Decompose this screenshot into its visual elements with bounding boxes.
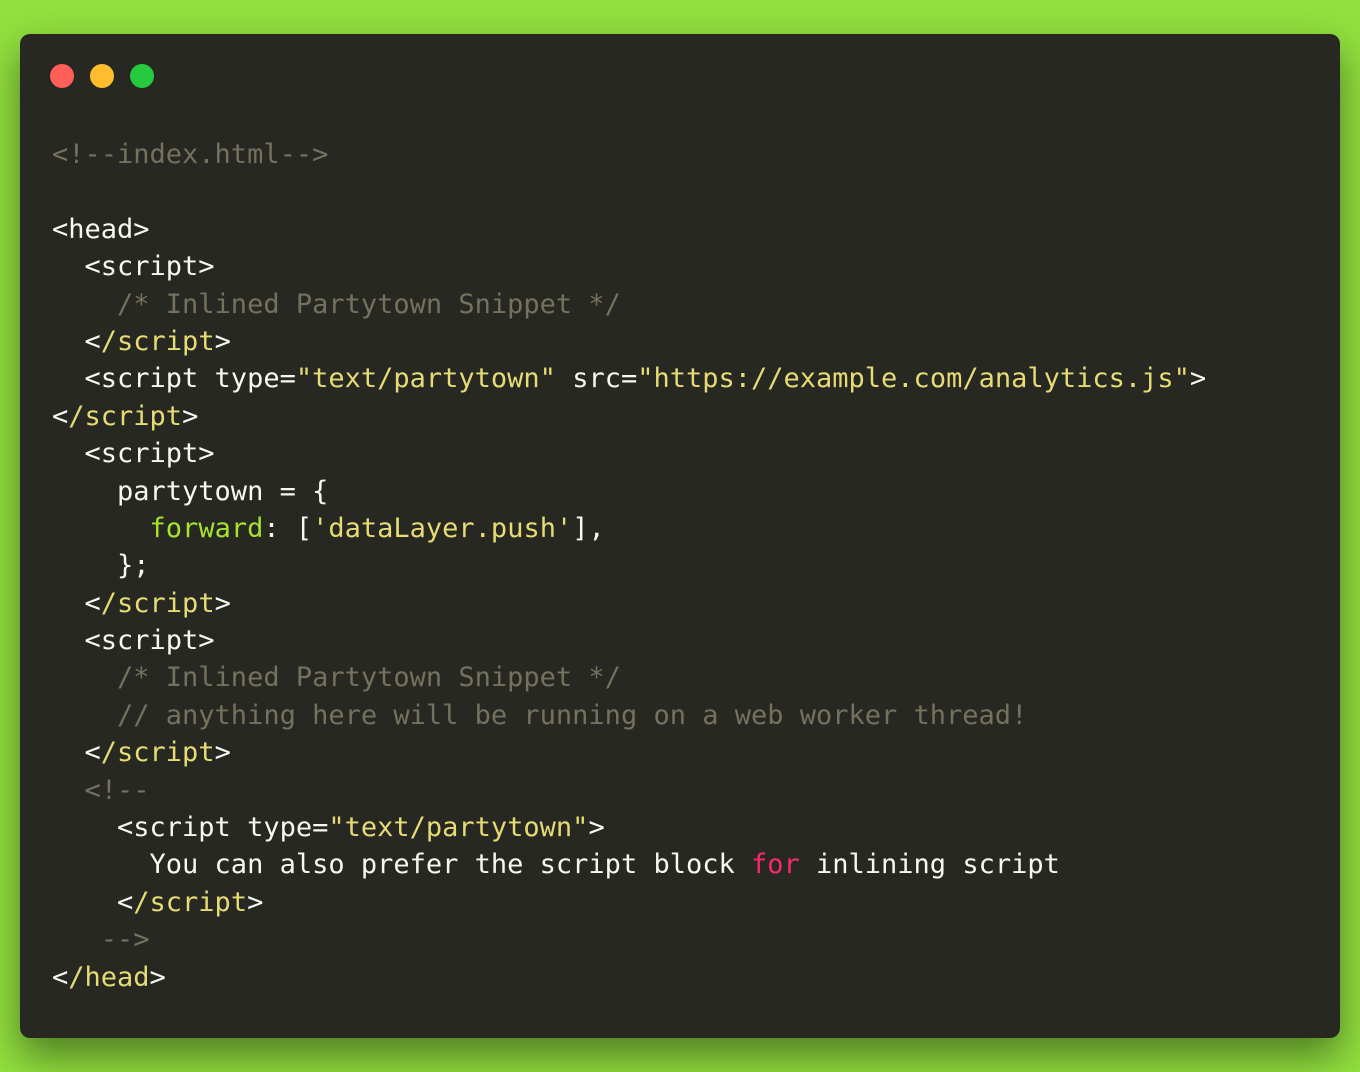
code-line: <head>	[52, 211, 1206, 248]
code-token: >	[247, 886, 264, 918]
code-token: <script>	[52, 251, 215, 283]
code-token: <	[52, 886, 134, 918]
code-line: -->	[52, 921, 1206, 958]
code-token: >	[588, 812, 605, 844]
code-token: };	[52, 550, 150, 582]
code-token: <	[52, 737, 101, 769]
code-line: /* Inlined Partytown Snippet */	[52, 286, 1206, 323]
code-token: for	[750, 849, 800, 881]
code-token: /script	[133, 886, 248, 918]
code-line: <script>	[52, 248, 1206, 285]
code-token: /script	[100, 737, 215, 769]
code-token: ],	[572, 512, 605, 544]
code-token: src=	[555, 363, 638, 395]
code-token: forward	[149, 512, 264, 544]
code-token: >	[149, 961, 166, 993]
code-line: /* Inlined Partytown Snippet */	[52, 659, 1206, 696]
code-token: >	[214, 737, 231, 769]
code-token: "https://example.com/analytics.js"	[637, 363, 1190, 395]
code-line: <script>	[52, 622, 1206, 659]
code-token: >	[214, 325, 231, 357]
code-line: <!--index.html-->	[52, 136, 1206, 173]
code-block: <!--index.html--> <head> <script> /* Inli…	[52, 136, 1206, 996]
minimize-dot-icon[interactable]	[90, 64, 114, 88]
code-token: : [	[263, 512, 313, 544]
code-token: <	[52, 400, 69, 432]
code-line: </script>	[52, 884, 1206, 921]
close-dot-icon[interactable]	[50, 64, 74, 88]
code-line: <script>	[52, 435, 1206, 472]
code-window: <!--index.html--> <head> <script> /* Inli…	[20, 34, 1340, 1038]
code-line: </script>	[52, 734, 1206, 771]
code-token: // anything here will be running on a we…	[52, 699, 1028, 731]
code-token: <	[52, 325, 101, 357]
code-token: <!--index.html-->	[52, 139, 329, 170]
code-token: <	[52, 587, 101, 619]
code-token: >	[182, 400, 199, 432]
code-token: /* Inlined Partytown Snippet */	[52, 662, 621, 694]
code-line: <script type="text/partytown">	[52, 809, 1206, 846]
maximize-dot-icon[interactable]	[130, 64, 154, 88]
code-token: <	[52, 961, 69, 993]
code-line: };	[52, 547, 1206, 584]
code-token: inlining script	[799, 849, 1060, 881]
code-token: >	[1189, 363, 1207, 395]
code-token: /head	[68, 961, 150, 993]
code-token: <!--	[52, 774, 150, 806]
code-token: /* Inlined Partytown Snippet */	[52, 288, 621, 320]
code-token: >	[214, 587, 231, 619]
code-line: You can also prefer the script block for…	[52, 846, 1206, 883]
code-token: <script>	[52, 625, 215, 657]
code-line: forward: ['dataLayer.push'],	[52, 510, 1206, 547]
code-line: </script>	[52, 585, 1206, 622]
code-token: -->	[52, 924, 150, 956]
code-token: <script type=	[52, 363, 296, 395]
window-controls	[50, 64, 154, 88]
code-token: partytown = {	[52, 475, 329, 507]
code-token: 'dataLayer.push'	[312, 512, 573, 544]
code-line: </head>	[52, 959, 1206, 996]
code-line: partytown = {	[52, 473, 1206, 510]
code-token: "text/partytown"	[328, 812, 589, 844]
code-line: <!--	[52, 772, 1206, 809]
code-token: You can also prefer the script block	[52, 849, 751, 881]
code-line: </script>	[52, 323, 1206, 360]
code-line: // anything here will be running on a we…	[52, 697, 1206, 734]
code-token: /script	[68, 400, 183, 432]
code-token: <script>	[52, 438, 215, 470]
code-token: "text/partytown"	[295, 363, 556, 395]
code-line: <script type="text/partytown" src="https…	[52, 360, 1207, 397]
code-token: /script	[100, 325, 215, 357]
code-token: <script type=	[52, 812, 329, 844]
code-token: /script	[100, 587, 215, 619]
code-token: <head>	[52, 213, 150, 245]
code-line: </script>	[52, 398, 1206, 435]
